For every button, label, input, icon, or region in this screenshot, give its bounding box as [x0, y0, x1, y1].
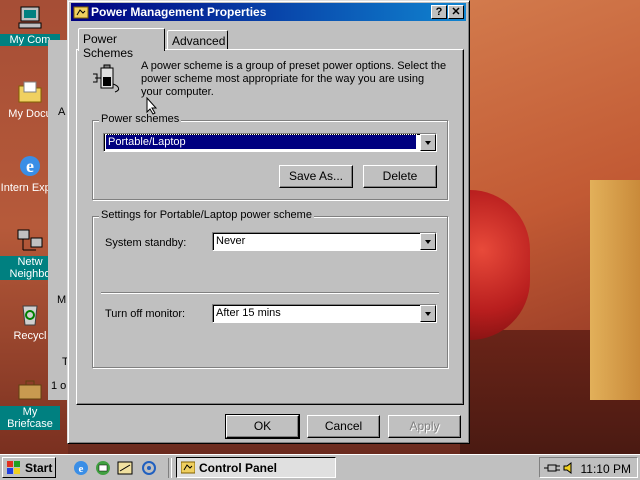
mouse-cursor-icon	[146, 97, 158, 115]
network-neighborhood-icon	[17, 229, 43, 251]
background-window-text: A	[58, 106, 66, 118]
wallpaper-pillar	[590, 180, 640, 400]
intro-description: A power scheme is a group of preset powe…	[141, 60, 447, 98]
tab-power-schemes[interactable]: Power Schemes	[78, 28, 165, 60]
power-schemes-group-label: Power schemes	[99, 113, 182, 125]
svg-text:e: e	[79, 463, 84, 475]
quicklaunch-internet-explorer-icon[interactable]: e	[72, 459, 90, 477]
start-label: Start	[25, 461, 53, 475]
windows-logo-icon	[7, 461, 20, 474]
power-scheme-dropdown[interactable]: Portable/Laptop	[103, 133, 437, 152]
start-button[interactable]: Start	[2, 457, 56, 478]
delete-button[interactable]: Delete	[363, 165, 437, 188]
quicklaunch-channels-icon[interactable]	[140, 459, 158, 477]
chevron-down-icon[interactable]	[420, 305, 436, 322]
background-window-text: 1 o	[51, 380, 67, 392]
ok-button[interactable]: OK	[225, 414, 300, 439]
chevron-down-icon[interactable]	[420, 233, 436, 250]
svg-text:e: e	[26, 156, 34, 176]
quicklaunch-outlook-express-icon[interactable]	[94, 459, 112, 477]
taskbar-control-panel-button[interactable]: Control Panel	[176, 457, 336, 478]
power-schemes-group	[92, 120, 448, 200]
settings-divider	[101, 292, 439, 294]
my-documents-icon	[18, 81, 42, 103]
recycle-bin-icon	[22, 305, 38, 326]
turn-off-monitor-label: Turn off monitor:	[105, 308, 186, 320]
control-panel-icon	[73, 6, 89, 19]
turn-off-monitor-dropdown[interactable]: After 15 mins	[212, 304, 437, 323]
apply-button[interactable]: Apply	[388, 415, 461, 438]
system-standby-value: Never	[216, 235, 246, 247]
my-computer-icon	[18, 6, 42, 29]
power-plug-battery-icon	[93, 64, 120, 93]
help-button[interactable]: ?	[431, 5, 447, 19]
save-as-button[interactable]: Save As...	[279, 165, 353, 188]
tab-panel: A power scheme is a group of preset powe…	[76, 49, 464, 405]
cancel-button[interactable]: Cancel	[307, 415, 380, 438]
volume-speaker-icon[interactable]	[562, 461, 576, 475]
system-tray: 11:10 PM	[539, 457, 638, 478]
tab-label: Advanced	[172, 34, 226, 48]
close-button[interactable]: ✕	[448, 5, 464, 19]
taskbar: Start e Control Panel 11:10 PM	[0, 454, 640, 480]
power-scheme-selected: Portable/Laptop	[105, 134, 417, 150]
tab-advanced[interactable]: Advanced	[167, 30, 228, 50]
window-title: Power Management Properties	[91, 5, 267, 19]
tab-label: Power Schemes	[83, 32, 134, 60]
scheme-settings-group-label: Settings for Portable/Laptop power schem…	[99, 209, 314, 221]
system-standby-dropdown[interactable]: Never	[212, 232, 437, 251]
briefcase-icon	[18, 380, 42, 400]
control-panel-icon	[181, 461, 195, 474]
power-plug-tray-icon[interactable]	[544, 461, 562, 475]
system-standby-label: System standby:	[105, 237, 187, 249]
chevron-down-icon[interactable]	[420, 134, 436, 151]
power-management-dialog: Power Management Properties ? ✕ Power Sc…	[67, 0, 470, 444]
desktop-icon-label: My Briefcase	[0, 406, 60, 430]
background-window-text: M	[57, 294, 67, 306]
internet-explorer-icon: e	[20, 156, 40, 176]
turn-off-monitor-value: After 15 mins	[216, 307, 281, 319]
taskbar-task-label: Control Panel	[199, 461, 278, 475]
title-bar[interactable]: Power Management Properties ? ✕	[71, 3, 466, 21]
quicklaunch-show-desktop-icon[interactable]	[116, 459, 134, 477]
taskbar-divider	[168, 458, 172, 478]
clock[interactable]: 11:10 PM	[581, 462, 631, 476]
